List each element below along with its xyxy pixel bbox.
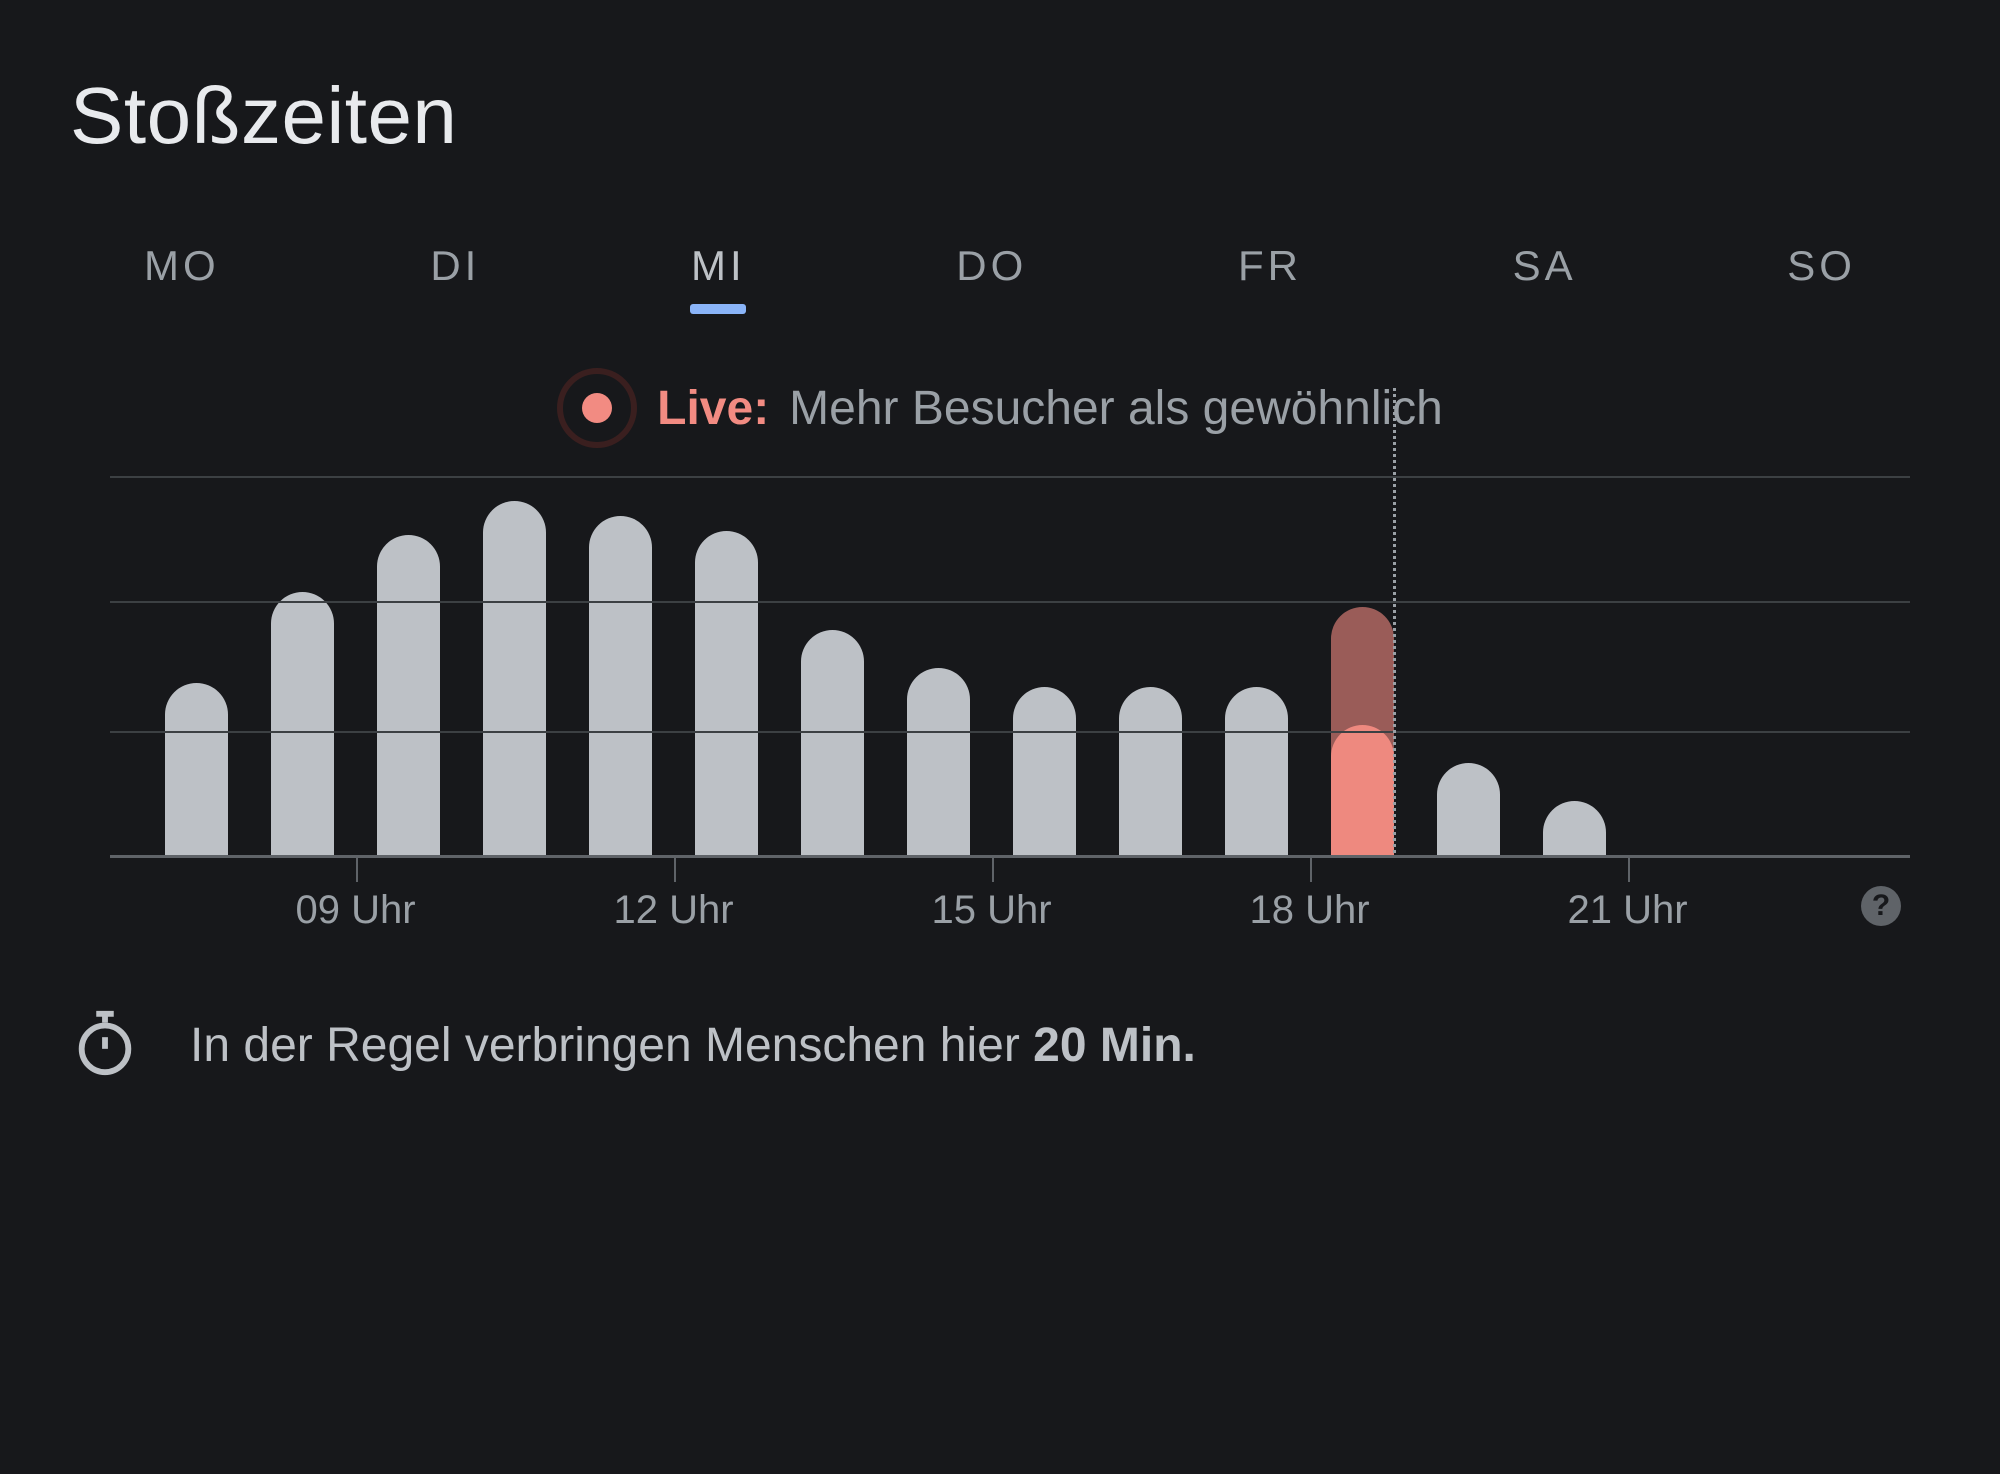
live-description: Mehr Besucher als gewöhnlich xyxy=(789,381,1443,436)
x-tick-label: 15 Uhr xyxy=(931,888,1051,933)
x-tick xyxy=(674,858,676,882)
bar-hour-17[interactable] xyxy=(1225,687,1288,858)
tab-so[interactable]: SO xyxy=(1783,242,1860,308)
gridline xyxy=(110,476,1910,478)
visit-duration-text: In der Regel verbringen Menschen hier 20… xyxy=(190,1018,1196,1073)
help-icon[interactable]: ? xyxy=(1861,886,1901,926)
tab-mi[interactable]: MI xyxy=(687,242,750,308)
bar-hour-7[interactable] xyxy=(165,683,228,858)
x-tick-label: 21 Uhr xyxy=(1567,888,1687,933)
live-dot-icon xyxy=(557,368,637,448)
bar-hour-12[interactable] xyxy=(695,531,758,858)
x-tick-label: 09 Uhr xyxy=(295,888,415,933)
stopwatch-icon xyxy=(70,1008,140,1083)
tab-do[interactable]: DO xyxy=(952,242,1031,308)
bar-hour-8[interactable] xyxy=(271,592,334,858)
x-tick xyxy=(992,858,994,882)
x-tick-label: 12 Uhr xyxy=(613,888,733,933)
bar-hour-10[interactable] xyxy=(483,501,546,858)
popular-times-chart: ? 09 Uhr 12 Uhr 15 Uhr 18 Uhr 21 Uhr xyxy=(110,478,1910,938)
bar-hour-13[interactable] xyxy=(801,630,864,858)
tab-sa[interactable]: SA xyxy=(1509,242,1581,308)
day-tabs: MO DI MI DO FR SA SO xyxy=(70,242,1930,308)
bar-hour-11[interactable] xyxy=(589,516,652,858)
bar-hour-16[interactable] xyxy=(1119,687,1182,858)
bar-hour-19[interactable] xyxy=(1437,763,1500,858)
tab-mo[interactable]: MO xyxy=(140,242,224,308)
typical-visit-duration: In der Regel verbringen Menschen hier 20… xyxy=(70,938,1930,1083)
gridline xyxy=(110,601,1910,603)
live-status: Live: Mehr Besucher als gewöhnlich xyxy=(70,368,1930,448)
bar-hour-15[interactable] xyxy=(1013,687,1076,858)
x-tick xyxy=(1628,858,1630,882)
x-tick xyxy=(1310,858,1312,882)
x-tick xyxy=(356,858,358,882)
tab-fr[interactable]: FR xyxy=(1234,242,1306,308)
gridline xyxy=(110,731,1910,733)
tab-di[interactable]: DI xyxy=(426,242,484,308)
now-indicator-line xyxy=(1393,388,1396,853)
x-tick-label: 18 Uhr xyxy=(1249,888,1369,933)
section-title: Stoßzeiten xyxy=(70,70,1930,162)
bar-typical-overlay xyxy=(1331,725,1394,858)
bar-hour-9[interactable] xyxy=(377,535,440,858)
live-label: Live: xyxy=(657,381,769,436)
bar-hour-20[interactable] xyxy=(1543,801,1606,858)
bar-hour-14[interactable] xyxy=(907,668,970,858)
